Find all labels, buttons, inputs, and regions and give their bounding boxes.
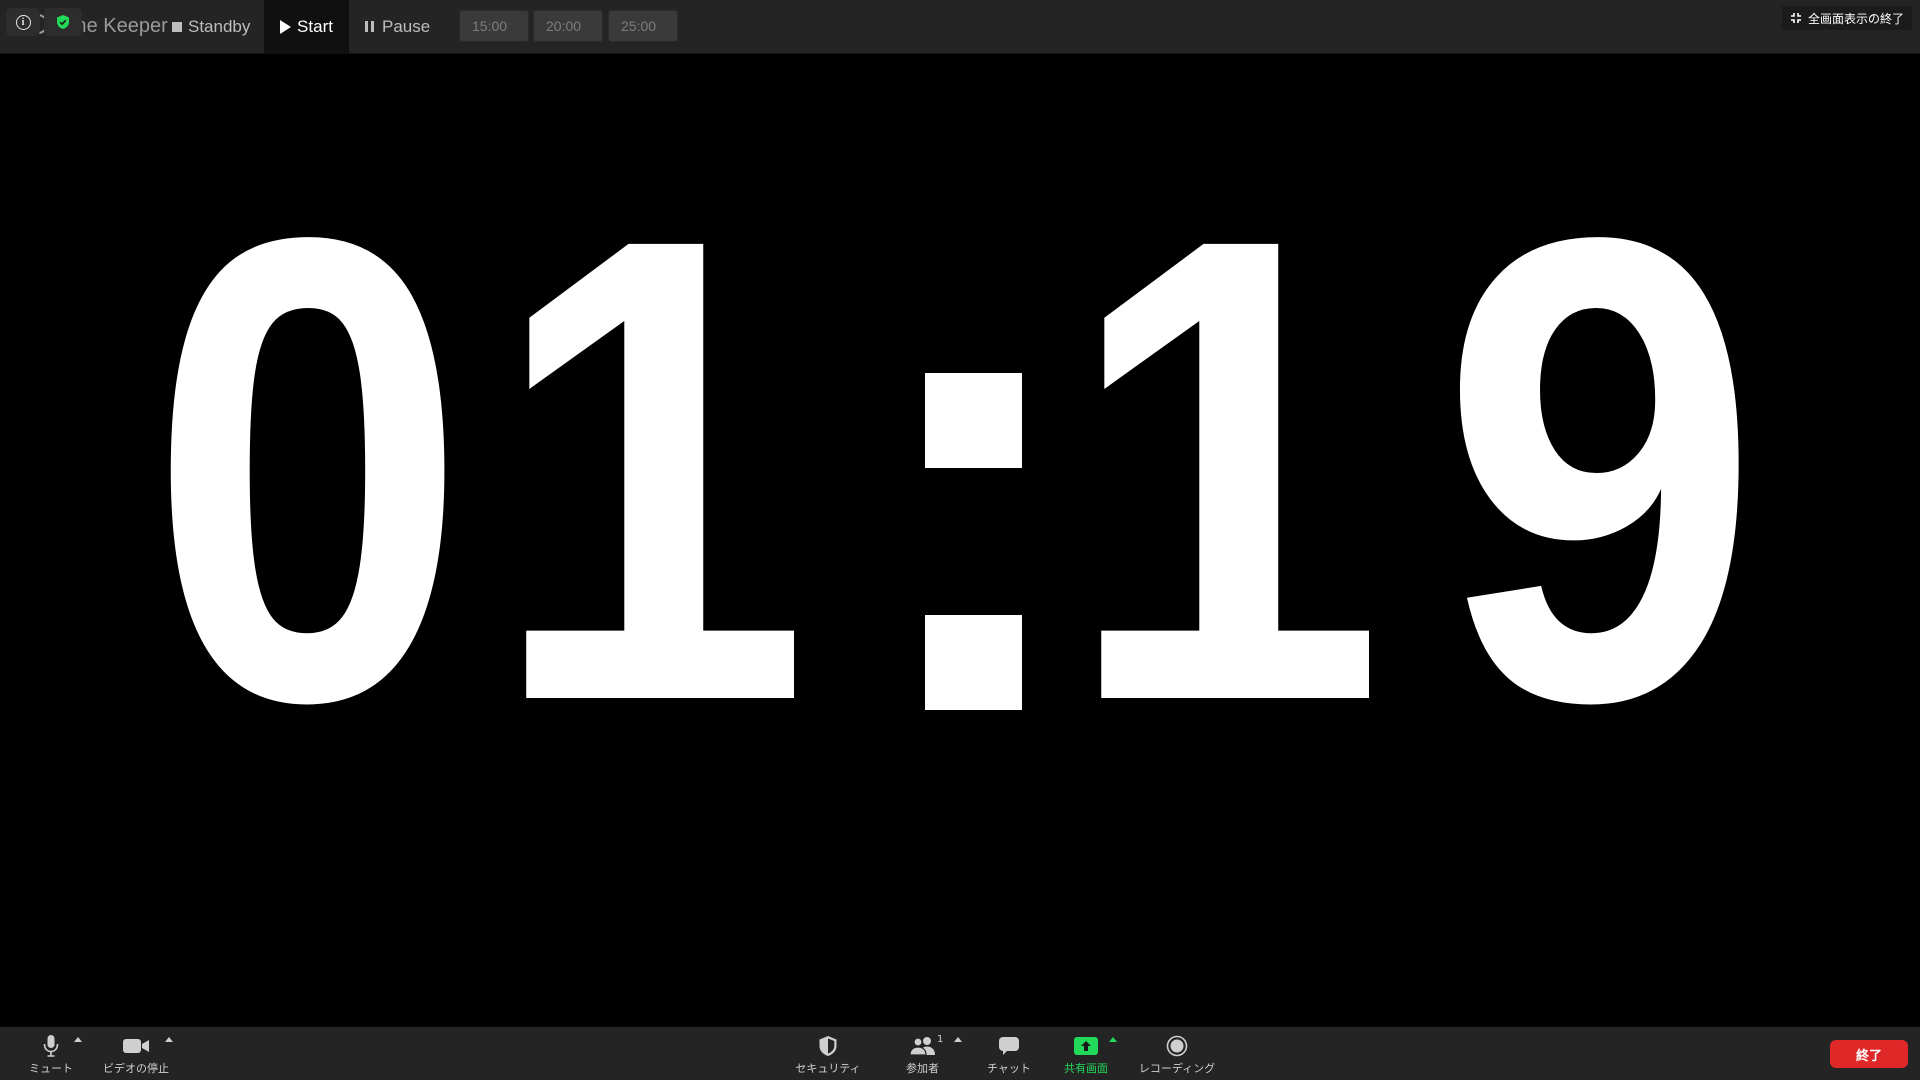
countdown-display: 0 1 1 9 [148, 101, 1760, 838]
chat-label: チャット [987, 1062, 1031, 1075]
encryption-status-button[interactable] [44, 8, 82, 36]
preset-20-button[interactable]: 20:00 [533, 10, 603, 42]
security-button[interactable]: セキュリティ [790, 1033, 866, 1077]
preset-15-button[interactable]: 15:00 [459, 10, 529, 42]
share-options-caret[interactable] [1109, 1037, 1117, 1042]
record-label: レコーディング [1138, 1062, 1216, 1075]
meeting-toolbar: ミュート ビデオの停止 セキュリティ 参加者 1 チャット 共有画面 レコーディ… [0, 1027, 1920, 1080]
record-button[interactable]: レコーディング [1134, 1033, 1220, 1077]
timer-colon-bottom [925, 615, 1022, 710]
timer-digit-seconds-tens: 1 [1065, 101, 1385, 838]
mute-button[interactable]: ミュート [22, 1033, 80, 1077]
pause-label: Pause [382, 16, 431, 36]
stop-icon [172, 21, 182, 32]
stop-video-label: ビデオの停止 [103, 1062, 169, 1075]
preset-25-button[interactable]: 25:00 [608, 10, 678, 42]
timer-digit-minutes-tens: 0 [148, 101, 468, 838]
chat-button[interactable]: チャット [980, 1033, 1038, 1077]
timer-digit-minutes-ones: 1 [490, 101, 810, 838]
pause-icon [365, 21, 374, 32]
chat-icon [999, 1037, 1019, 1055]
exit-fullscreen-label: 全画面表示の終了 [1807, 11, 1904, 26]
meeting-top-bar: Time Keeper i Standby Start Pause 15:00 … [0, 0, 1920, 54]
standby-label: Standby [188, 16, 251, 36]
meeting-info-button[interactable]: i [6, 8, 40, 36]
audio-options-caret[interactable] [74, 1037, 82, 1042]
info-icon: i [15, 14, 31, 30]
share-screen-icon [1074, 1037, 1098, 1055]
pause-button[interactable]: Pause [365, 0, 430, 53]
start-button[interactable]: Start [264, 0, 349, 53]
participants-icon [908, 1037, 935, 1056]
mute-label: ミュート [29, 1062, 73, 1075]
end-meeting-button[interactable]: 終了 [1830, 1040, 1908, 1068]
participants-label: 参加者 [906, 1062, 939, 1075]
stop-video-button[interactable]: ビデオの停止 [98, 1033, 174, 1077]
share-screen-button[interactable]: 共有画面 [1058, 1033, 1114, 1077]
participants-count: 1 [937, 1034, 944, 1045]
security-shield-icon [819, 1036, 837, 1056]
microphone-icon [43, 1035, 59, 1057]
share-screen-label: 共有画面 [1064, 1062, 1108, 1075]
start-label: Start [297, 16, 333, 36]
video-options-caret[interactable] [165, 1037, 173, 1042]
security-label: セキュリティ [795, 1062, 861, 1075]
participants-options-caret[interactable] [954, 1037, 962, 1042]
record-icon [1166, 1035, 1188, 1057]
timer-colon-top [925, 373, 1022, 468]
standby-button[interactable]: Standby [172, 0, 250, 53]
shield-icon [57, 15, 69, 29]
video-camera-icon [123, 1039, 149, 1053]
exit-fullscreen-button[interactable]: 全画面表示の終了 [1781, 6, 1912, 30]
exit-fullscreen-icon [1790, 13, 1801, 23]
play-icon [280, 19, 292, 34]
timer-digit-seconds-ones: 9 [1440, 101, 1760, 838]
